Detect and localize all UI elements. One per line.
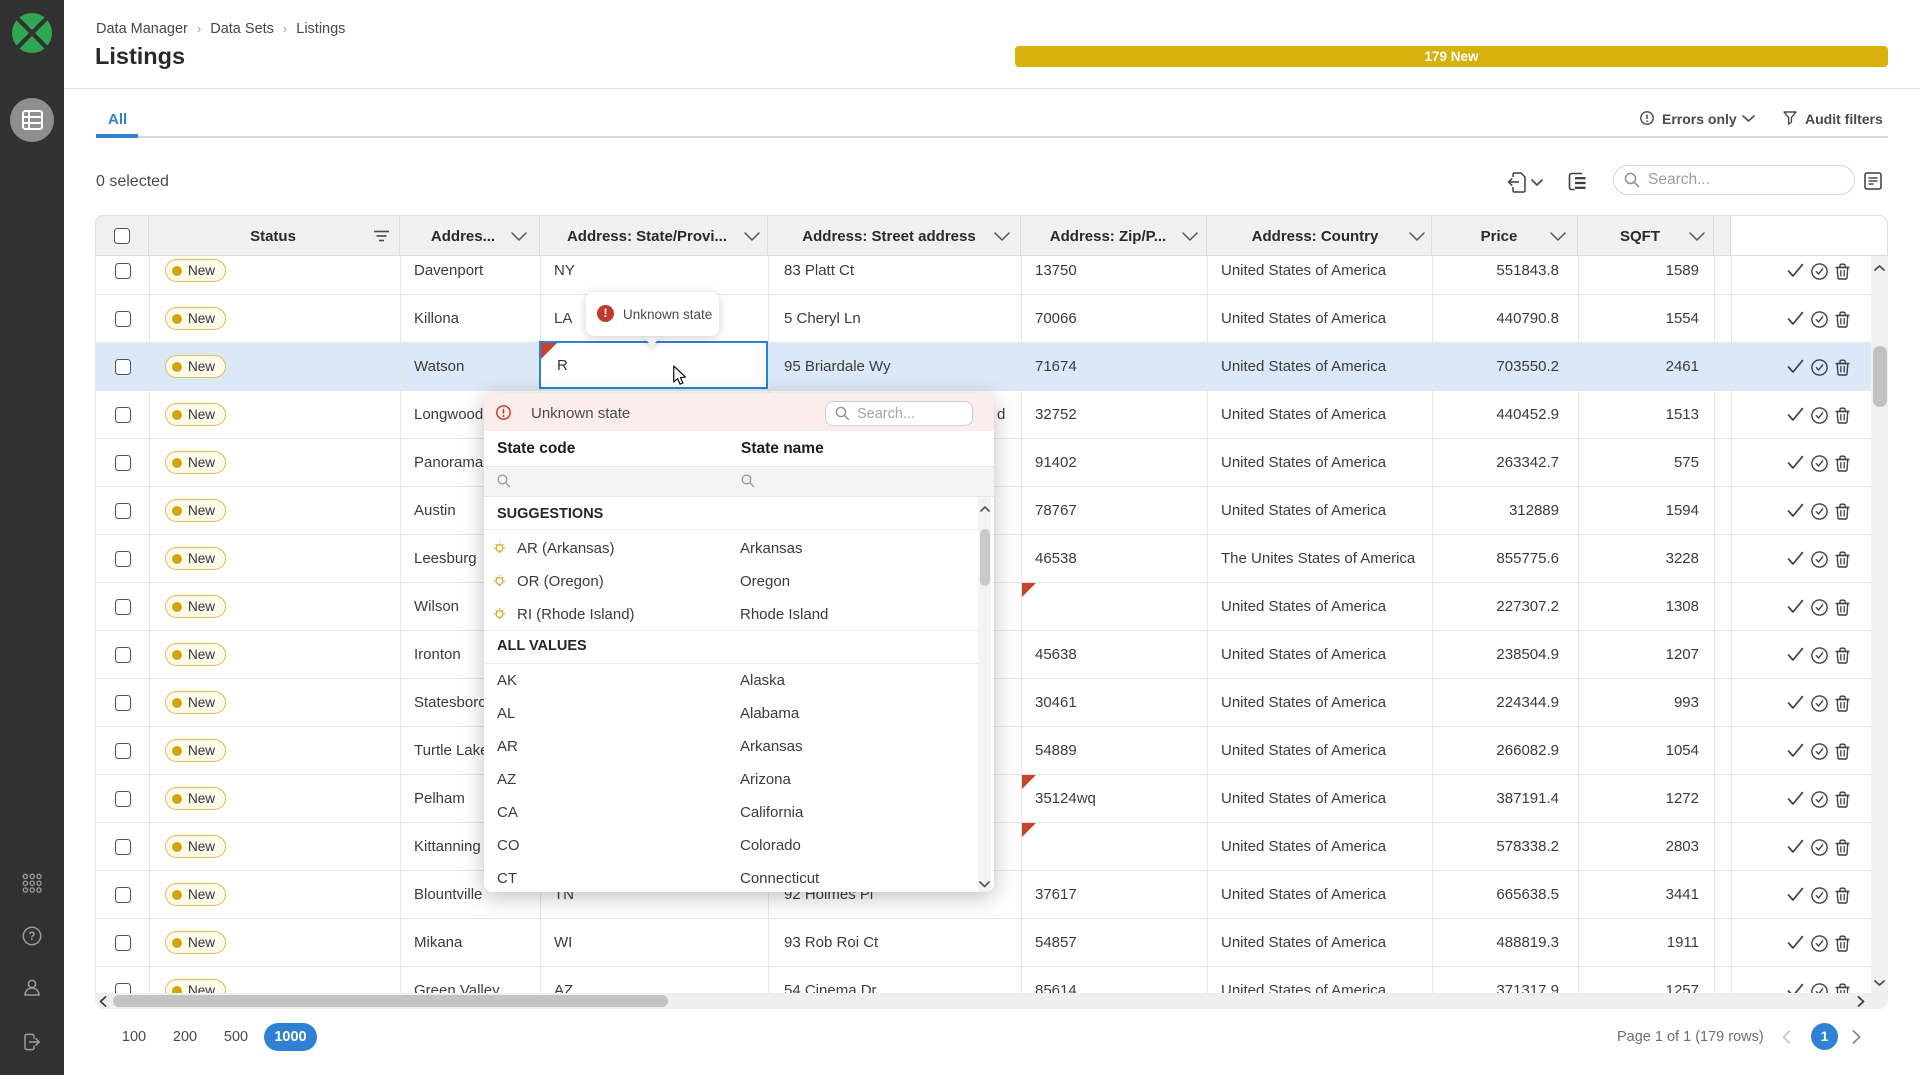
- svg-text:?: ?: [28, 931, 35, 943]
